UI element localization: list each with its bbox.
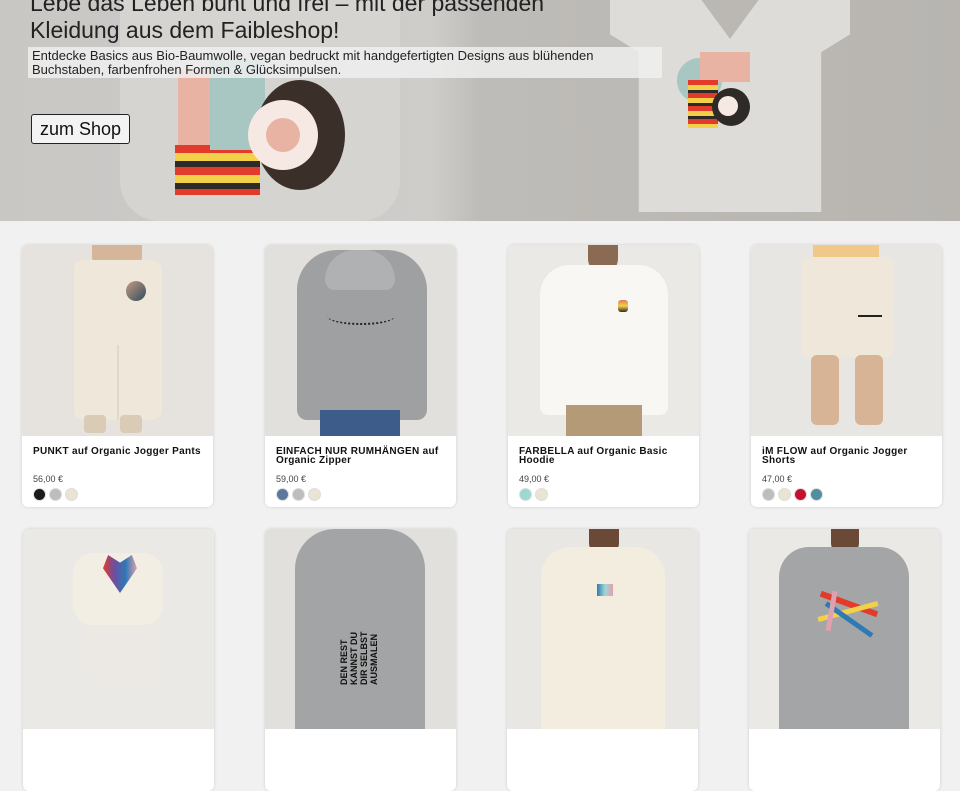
color-swatches: [763, 489, 822, 500]
product-image[interactable]: [751, 245, 942, 436]
product-image[interactable]: [265, 245, 456, 436]
color-swatch[interactable]: [34, 489, 45, 500]
color-swatch[interactable]: [779, 489, 790, 500]
color-swatch[interactable]: [795, 489, 806, 500]
hero-print-shape: [266, 118, 300, 152]
product-card[interactable]: [749, 529, 940, 791]
product-price: 49,00 €: [519, 474, 550, 484]
product-title[interactable]: FARBELLA auf Organic Basic Hoodie: [519, 447, 689, 466]
hero-print-shape: [175, 145, 260, 195]
product-price: 59,00 €: [276, 474, 307, 484]
product-title[interactable]: PUNKT auf Organic Jogger Pants: [33, 447, 203, 457]
product-image[interactable]: [22, 245, 213, 436]
color-swatch[interactable]: [66, 489, 77, 500]
color-swatch[interactable]: [50, 489, 61, 500]
color-swatches: [34, 489, 77, 500]
product-card[interactable]: FARBELLA auf Organic Basic Hoodie 49,00 …: [508, 245, 699, 507]
color-swatch[interactable]: [293, 489, 304, 500]
color-swatches: [277, 489, 320, 500]
hero-print-shape: [700, 52, 750, 82]
product-image[interactable]: DEN REST KANNST DU DIR SELBST AUSMALEN: [265, 529, 456, 729]
color-swatch[interactable]: [277, 489, 288, 500]
color-swatch[interactable]: [763, 489, 774, 500]
hero-banner: Lebe das Leben bunt und frei – mit der p…: [0, 0, 960, 221]
product-grid: PUNKT auf Organic Jogger Pants 56,00 € E…: [0, 221, 960, 791]
product-card[interactable]: EINFACH NUR RUMHÄNGEN auf Organic Zipper…: [265, 245, 456, 507]
hero-subtitle: Entdecke Basics aus Bio-Baumwolle, vegan…: [28, 47, 662, 78]
product-price: 47,00 €: [762, 474, 793, 484]
product-price: 56,00 €: [33, 474, 64, 484]
product-title[interactable]: iM FLOW auf Organic Jogger Shorts: [762, 447, 932, 466]
color-swatch[interactable]: [536, 489, 547, 500]
product-card[interactable]: DEN REST KANNST DU DIR SELBST AUSMALEN: [265, 529, 456, 791]
hero-print-shape: [718, 96, 738, 116]
color-swatch[interactable]: [520, 489, 531, 500]
product-card[interactable]: [23, 529, 214, 791]
shop-button[interactable]: zum Shop: [31, 114, 131, 144]
color-swatch[interactable]: [309, 489, 320, 500]
product-card[interactable]: iM FLOW auf Organic Jogger Shorts 47,00 …: [751, 245, 942, 507]
hero-title: Lebe das Leben bunt und frei – mit der p…: [30, 0, 545, 43]
product-image[interactable]: [507, 529, 698, 729]
product-image[interactable]: [508, 245, 699, 436]
product-card[interactable]: [507, 529, 698, 791]
product-title[interactable]: EINFACH NUR RUMHÄNGEN auf Organic Zipper: [276, 447, 446, 466]
product-image[interactable]: [749, 529, 940, 729]
product-card[interactable]: PUNKT auf Organic Jogger Pants 56,00 €: [22, 245, 213, 507]
product-image[interactable]: [23, 529, 214, 729]
color-swatch[interactable]: [811, 489, 822, 500]
color-swatches: [520, 489, 547, 500]
